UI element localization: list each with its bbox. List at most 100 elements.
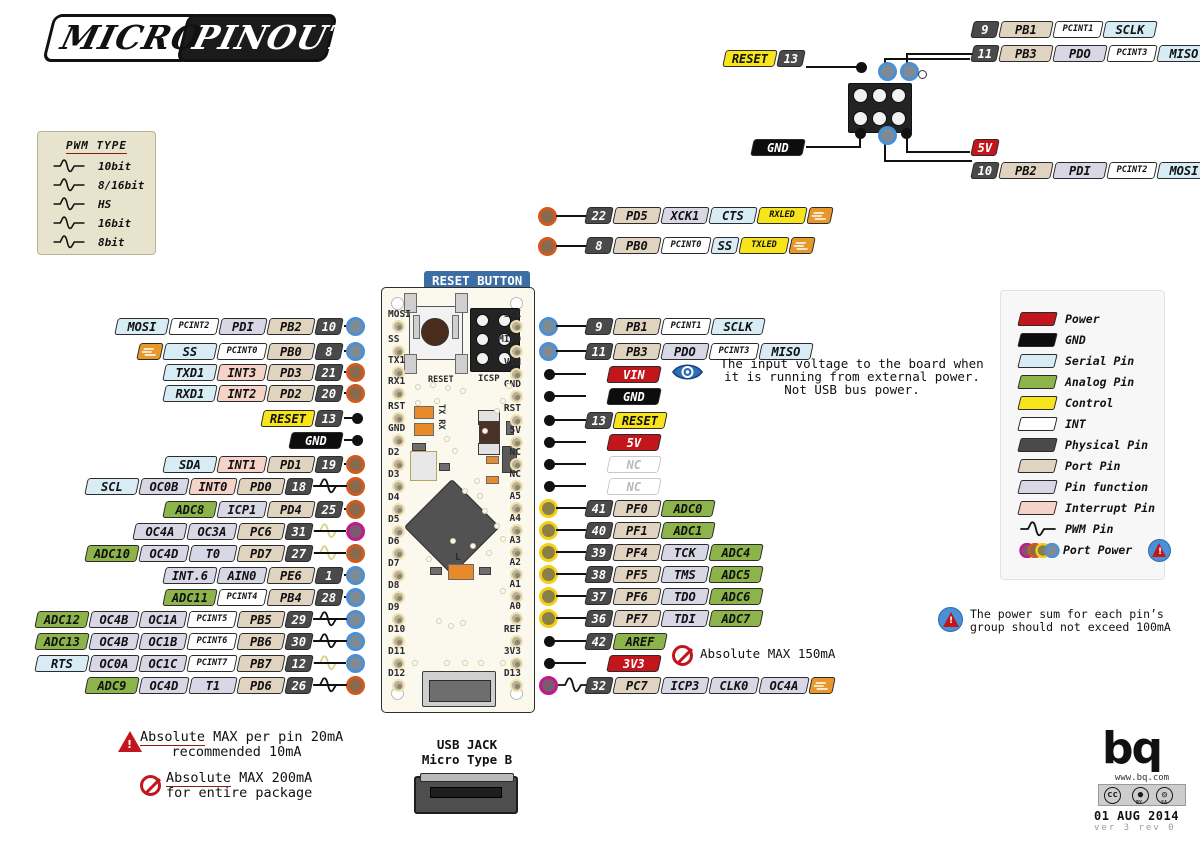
- board-pad-right: [510, 679, 523, 692]
- pin-tag-pf7: PF7: [612, 610, 662, 627]
- note-package-line1: Absolute MAX 200mA: [166, 770, 312, 787]
- pin-tag-pb4: PB4: [266, 589, 316, 606]
- pwm-legend-label: 8/16bit: [98, 179, 145, 192]
- pwm-legend-row: 8/16bit: [52, 177, 144, 196]
- pin-tag-pb3: PB3: [998, 45, 1054, 62]
- board-silk-right: 5V: [509, 425, 521, 436]
- arduino-micro-board: RESET ICSP TX RX L MOSI SS TX1 RX1 RST GND D2 D…: [381, 287, 535, 713]
- icsp-node-reset: [856, 62, 867, 73]
- pin-node: [346, 384, 365, 403]
- board-via: [477, 493, 483, 499]
- icsp-wire: [806, 66, 861, 69]
- pin-tag-40: 40: [584, 522, 614, 539]
- pin-tag-8: 8: [314, 343, 344, 360]
- pin-node: [346, 566, 365, 585]
- legend-port-power-icon: [1019, 542, 1061, 562]
- pin-tag-t0: T0: [188, 545, 238, 562]
- pin-tag-28: 28: [314, 589, 344, 606]
- legend-label: Port Power: [1063, 543, 1133, 557]
- pin-tag-rxd1: RXD1: [162, 385, 218, 402]
- pin-tag-adc4: ADC4: [708, 544, 764, 561]
- pin-tag-1: 1: [314, 567, 344, 584]
- pin-tag-gnd: GND: [606, 388, 662, 405]
- icsp-wire: [884, 58, 970, 61]
- pin-tag-13: 13: [776, 50, 806, 67]
- pin-node: [346, 588, 365, 607]
- usb-jack-slot: [430, 787, 502, 798]
- pin-tag-adc12: ADC12: [34, 611, 90, 628]
- pin-lead: [553, 485, 586, 488]
- note-per-pin-line2: recommended 10mA: [171, 744, 302, 760]
- pin-tag-sda: SDA: [162, 456, 218, 473]
- pin-tag-21: 21: [314, 364, 344, 381]
- legend-label: Analog Pin: [1065, 375, 1135, 389]
- pwm-wave-icon: [52, 177, 86, 196]
- micro-pinout-logo: MICRO PINOUT: [36, 14, 357, 76]
- legend-swatch: [1017, 438, 1058, 452]
- pin-tag-pcint6: PCINT6: [186, 633, 238, 650]
- legend-label: Power: [1065, 312, 1100, 326]
- pwm-wave-icon: [52, 196, 86, 215]
- usb-jack-shell: [420, 773, 514, 782]
- pin-tag-pcint0: PCINT0: [660, 237, 712, 254]
- board-silk-left: D2: [388, 447, 400, 458]
- board-silk-left: D5: [388, 514, 400, 525]
- note-package-line2: for entire package: [166, 785, 313, 801]
- pin-tag-icp1: ICP1: [216, 501, 268, 518]
- pin-tag-pd3: PD3: [266, 364, 316, 381]
- board-silk-right: A0: [509, 601, 521, 612]
- pin-lead: [553, 373, 586, 376]
- note-group-power-line2: group should not exceed 100mA: [970, 620, 1171, 634]
- pin-lead: [314, 485, 346, 488]
- board-pad-left: [392, 434, 405, 447]
- board-silk-right: A5: [509, 491, 521, 502]
- pin-tag-pd2: PD2: [266, 385, 316, 402]
- pwm-indicator-icon: [788, 237, 816, 254]
- pwm-legend-label: 10bit: [98, 160, 132, 173]
- pin-tag-32: 32: [584, 677, 614, 694]
- pin-tag-oc3a: OC3A: [186, 523, 238, 540]
- board-via: [462, 660, 468, 666]
- pwm-wave-icon: [312, 611, 348, 631]
- pin-tag-pf1: PF1: [612, 522, 662, 539]
- pin-tag-gnd: GND: [750, 139, 806, 156]
- pin-tag-pcint2: PCINT2: [168, 318, 220, 335]
- icsp-pin-5: [872, 111, 887, 126]
- bq-wordmark: bq: [1102, 723, 1163, 774]
- pin-tag-pf4: PF4: [612, 544, 662, 561]
- pin-tag-pd6: PD6: [236, 677, 286, 694]
- floating-pin-dot: [538, 237, 557, 256]
- pin-tag-oc1c: OC1C: [138, 655, 188, 672]
- legend-swatch: [1017, 396, 1058, 410]
- pin-node: [346, 676, 365, 695]
- pin-node: [346, 500, 365, 519]
- pin-lead: [553, 640, 586, 643]
- board-via: [494, 523, 500, 529]
- legend-label: Port Pin: [1065, 459, 1121, 473]
- pin-tag-tck: TCK: [660, 544, 710, 561]
- pin-lead: [556, 551, 586, 554]
- pin-tag-oc4d: OC4D: [138, 677, 190, 694]
- board-via: [415, 400, 421, 406]
- pin-lead: [556, 350, 586, 353]
- legend-label: Pin function: [1065, 480, 1149, 494]
- pin-tag-8: 8: [584, 237, 614, 254]
- legend-swatch: [1017, 354, 1058, 368]
- pin-tag-oc4d: OC4D: [138, 545, 190, 562]
- legend-warning-icon: !: [1148, 539, 1171, 562]
- pwm-legend-row: 8bit: [52, 234, 125, 253]
- pin-tag-22: 22: [584, 207, 614, 224]
- cc-sa-label: SA: [1161, 800, 1168, 806]
- board-silk-right: REF: [503, 624, 521, 635]
- board-via: [470, 543, 476, 549]
- pin-lead: [556, 595, 586, 598]
- pin-tag-pb1: PB1: [998, 21, 1054, 38]
- pin-tag-pb0: PB0: [612, 237, 662, 254]
- pin-tag-10: 10: [314, 318, 344, 335]
- pin-tag-19: 19: [314, 456, 344, 473]
- pin-tag-adc5: ADC5: [708, 566, 764, 583]
- legend-swatch: [1017, 312, 1058, 326]
- board-silk-right: NC: [509, 469, 521, 480]
- pin-tag-pcint1: PCINT1: [660, 318, 712, 335]
- board-silk-left: D10: [388, 624, 406, 635]
